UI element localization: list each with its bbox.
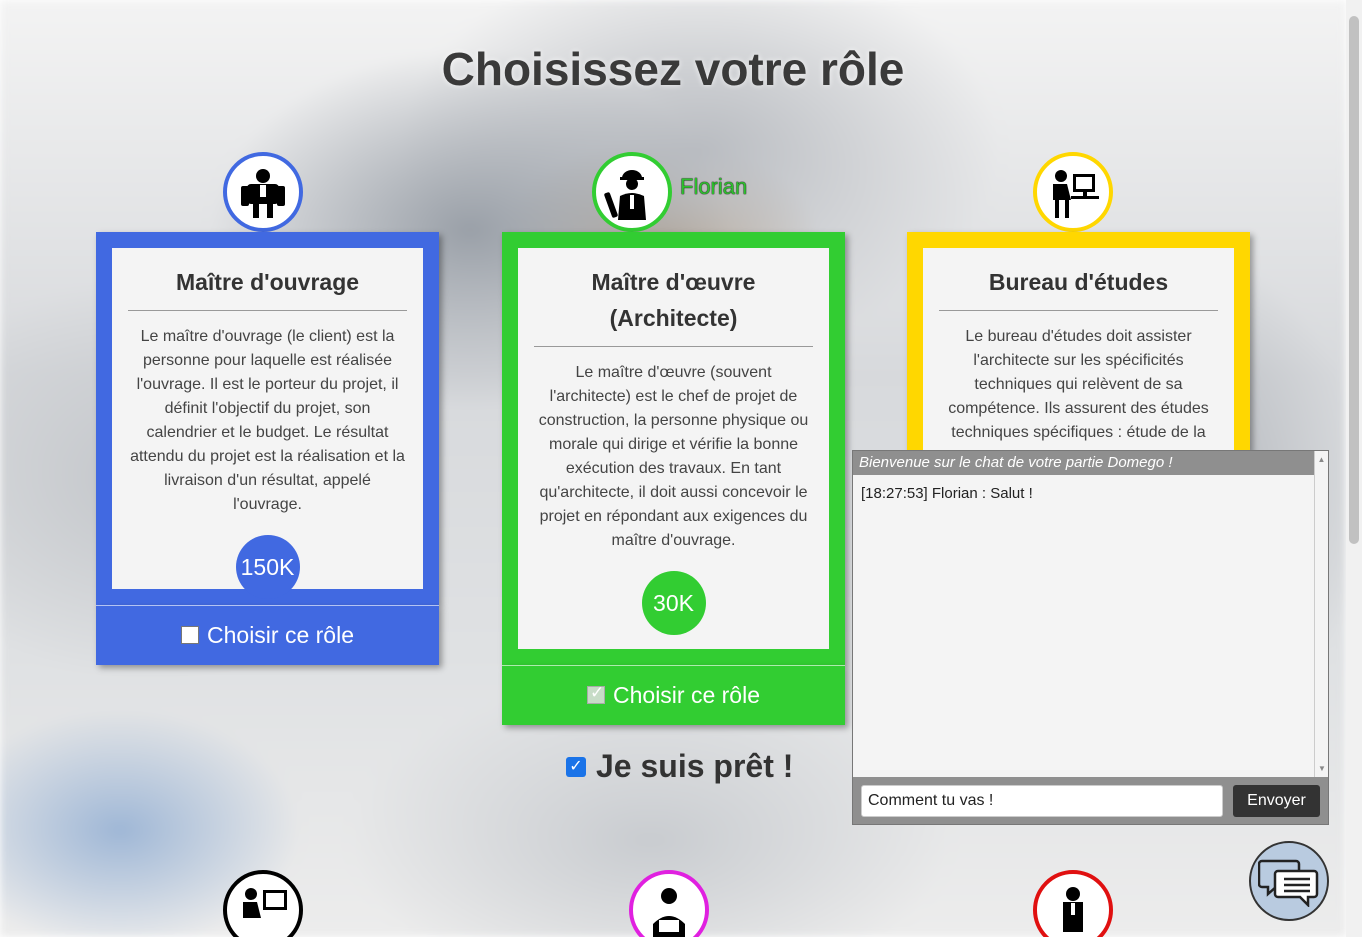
architect-avatar-icon	[592, 152, 672, 232]
ready-label: Je suis prêt !	[596, 748, 794, 784]
role-title: Maître d'ouvrage	[128, 264, 407, 311]
role-card-architect: Maître d'œuvre (Architecte) Le maître d'…	[502, 232, 845, 665]
chat-form: Envoyer	[861, 785, 1321, 817]
chat-panel: Bienvenue sur le chat de votre partie Do…	[852, 450, 1329, 825]
role-description: Le maître d'ouvrage (le client) est la p…	[130, 328, 405, 513]
chat-header: Bienvenue sur le chat de votre partie Do…	[853, 451, 1315, 475]
chat-log[interactable]: [18:27:53] Florian : Salut !	[853, 475, 1315, 777]
engineer-avatar-icon	[1033, 152, 1113, 232]
budget-badge: 30K	[641, 571, 706, 635]
role-card-engineering: Bureau d'études Le bureau d'études doit …	[907, 232, 1250, 452]
role-title: Maître d'œuvre (Architecte)	[534, 264, 813, 347]
chat-message: [18:27:53] Florian : Salut !	[861, 485, 1033, 502]
chat-bubbles-icon	[1258, 859, 1319, 907]
choose-role-label: Choisir ce rôle	[207, 622, 354, 648]
send-button[interactable]: Envoyer	[1233, 785, 1320, 817]
ready-toggle[interactable]: ✓ Je suis prêt !	[566, 748, 793, 785]
client-avatar-icon	[223, 152, 303, 232]
page-scrollbar[interactable]	[1346, 0, 1362, 937]
budget-badge: 150K	[235, 535, 300, 599]
player-name: Florian	[680, 174, 748, 199]
chat-toggle-button[interactable]	[1249, 841, 1329, 921]
ready-checkbox[interactable]: ✓	[566, 756, 586, 777]
choose-role-button[interactable]: Choisir ce rôle	[96, 605, 439, 665]
choose-role-label: Choisir ce rôle	[613, 682, 760, 708]
role-title: Bureau d'études	[939, 264, 1218, 311]
role-description: Le bureau d'études doit assister l'archi…	[948, 328, 1209, 441]
scroll-down-icon[interactable]: ▼	[1315, 764, 1329, 773]
chat-input[interactable]	[861, 785, 1223, 817]
choose-role-button[interactable]: Choisir ce rôle	[502, 665, 845, 725]
page-title: Choisissez votre rôle	[441, 43, 905, 95]
scrollbar-thumb[interactable]	[1349, 16, 1359, 544]
scroll-up-icon[interactable]: ▲	[1315, 455, 1328, 464]
role-card-client: Maître d'ouvrage Le maître d'ouvrage (le…	[96, 232, 439, 605]
role-checkbox[interactable]	[181, 625, 199, 644]
chat-scrollbar[interactable]: ▲ ▼	[1314, 451, 1328, 777]
role-description: Le maître d'œuvre (souvent l'architecte)…	[538, 364, 809, 549]
role-checkbox[interactable]	[587, 683, 605, 704]
